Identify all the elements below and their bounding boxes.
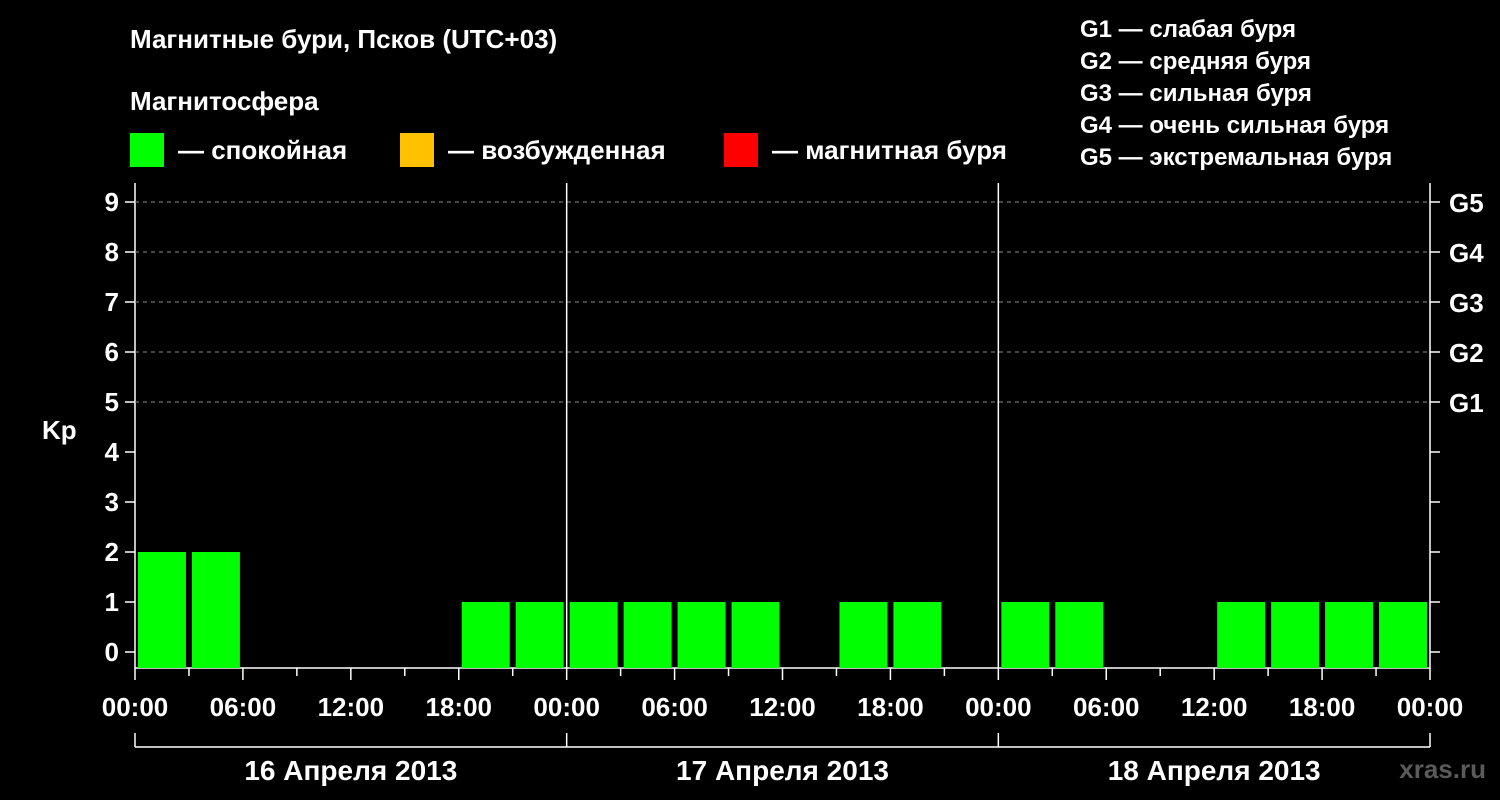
kp-bar (191, 552, 240, 668)
kp-bar (839, 602, 888, 668)
x-tick-label: 06:00 (210, 692, 277, 722)
kp-bar (515, 602, 564, 668)
kp-bar (893, 602, 942, 668)
day-label: 17 Апреля 2013 (676, 755, 889, 786)
y-tick-label: 3 (105, 487, 119, 517)
y-tick-label: 8 (105, 237, 119, 267)
x-tick-label: 12:00 (1181, 692, 1248, 722)
x-tick-label: 12:00 (318, 692, 385, 722)
x-tick-label: 06:00 (1073, 692, 1140, 722)
x-tick-label: 12:00 (749, 692, 816, 722)
x-tick-label: 18:00 (1289, 692, 1356, 722)
kp-bar (677, 602, 726, 668)
y-tick-label: 0 (105, 637, 119, 667)
g-level-label: G1 (1449, 388, 1484, 418)
kp-bar (1055, 602, 1104, 668)
y-tick-label: 1 (105, 587, 119, 617)
kp-bar (623, 602, 672, 668)
y-tick-label: 4 (105, 437, 120, 467)
watermark: xras.ru (1399, 754, 1486, 784)
kp-bar (461, 602, 510, 668)
y-tick-label: 9 (105, 187, 119, 217)
y-tick-label: 5 (105, 387, 119, 417)
y-axis-label: Kp (42, 415, 77, 445)
kp-bar (1271, 602, 1320, 668)
y-tick-label: 6 (105, 337, 119, 367)
kp-bar (731, 602, 780, 668)
x-tick-label: 06:00 (641, 692, 708, 722)
kp-bar (1325, 602, 1374, 668)
kp-chart: 0 1 2 3 4 5 6 7 8 9 G1 G2 G3 G4 G5 Kp 00:00 06:00 12:00 18:… (42, 183, 1484, 786)
day-label: 16 Апреля 2013 (244, 755, 457, 786)
kp-bar (569, 602, 618, 668)
x-tick-label: 00:00 (965, 692, 1032, 722)
x-tick-label: 00:00 (102, 692, 169, 722)
x-tick-label: 18:00 (857, 692, 924, 722)
g-level-label: G2 (1449, 338, 1484, 368)
y-tick-label: 2 (105, 537, 119, 567)
kp-bar (1379, 602, 1427, 668)
g-level-label: G4 (1449, 238, 1484, 268)
kp-bar (138, 552, 186, 668)
x-tick-label: 00:00 (533, 692, 600, 722)
x-tick-label: 00:00 (1397, 692, 1464, 722)
g-level-label: G5 (1449, 188, 1484, 218)
kp-bar (1217, 602, 1266, 668)
kp-bar (1001, 602, 1050, 668)
y-tick-label: 7 (105, 287, 119, 317)
x-tick-label: 18:00 (426, 692, 493, 722)
day-label: 18 Апреля 2013 (1108, 755, 1321, 786)
g-level-label: G3 (1449, 288, 1484, 318)
